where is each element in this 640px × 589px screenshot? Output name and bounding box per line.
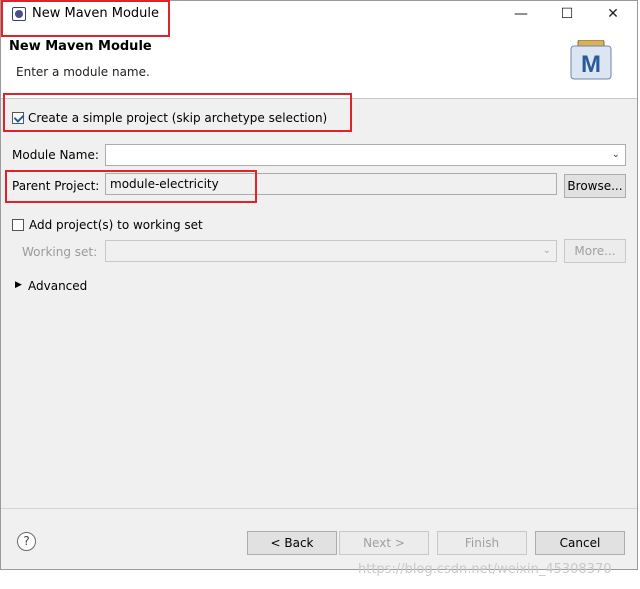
wizard-header: New Maven Module Enter a module name. M <box>1 28 637 99</box>
dialog-window: New Maven Module — ☐ ✕ New Maven Module … <box>0 0 638 570</box>
chevron-down-icon[interactable]: ⌄ <box>612 145 620 165</box>
wizard-title: New Maven Module <box>9 39 152 54</box>
wizard-content: Create a simple project (skip archetype … <box>1 99 637 509</box>
watermark-text: https://blog.csdn.net/weixin_45308370 <box>358 562 612 577</box>
more-button[interactable]: More... <box>564 239 626 263</box>
maximize-button[interactable]: ☐ <box>544 1 590 28</box>
wizard-description: Enter a module name. <box>16 65 150 79</box>
advanced-section-toggle[interactable]: Advanced <box>28 279 87 293</box>
close-button[interactable]: ✕ <box>590 1 636 28</box>
cancel-button[interactable]: Cancel <box>535 531 625 555</box>
working-set-combo[interactable]: ⌄ <box>105 240 557 262</box>
help-icon[interactable]: ? <box>17 532 36 551</box>
annotation-parent-project-highlight <box>5 170 257 203</box>
maven-logo-icon: M <box>570 40 612 80</box>
expand-triangle-icon[interactable]: ▶ <box>15 280 22 290</box>
finish-button[interactable]: Finish <box>437 531 527 555</box>
working-set-label: Working set: <box>22 245 98 259</box>
working-set-checkbox-label[interactable]: Add project(s) to working set <box>29 218 203 232</box>
footer-divider <box>1 508 637 509</box>
annotation-simple-project-highlight <box>3 93 352 132</box>
working-set-checkbox[interactable] <box>12 219 24 231</box>
minimize-button[interactable]: — <box>498 1 544 28</box>
browse-button[interactable]: Browse... <box>564 174 626 198</box>
back-button[interactable]: < Back <box>247 531 337 555</box>
chevron-down-icon[interactable]: ⌄ <box>543 241 551 261</box>
module-name-combo[interactable]: ⌄ <box>105 144 626 166</box>
annotation-title-highlight <box>1 0 170 37</box>
maven-logo-letter: M <box>581 51 601 78</box>
next-button[interactable]: Next > <box>339 531 429 555</box>
module-name-label: Module Name: <box>12 148 99 162</box>
